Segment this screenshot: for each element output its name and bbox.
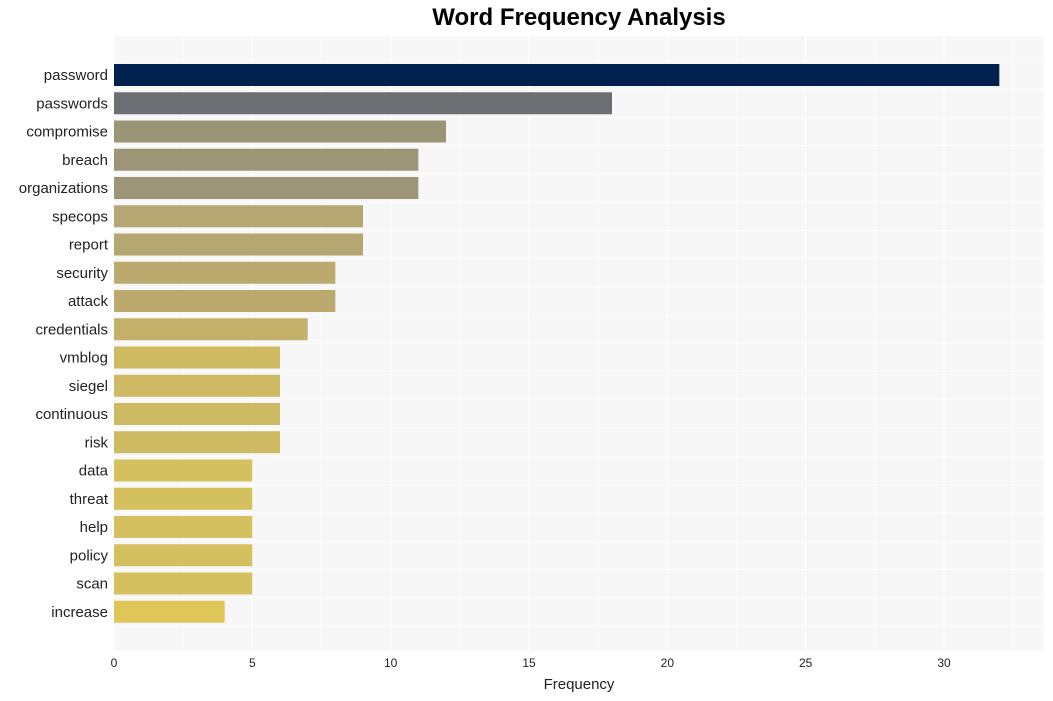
y-tick-label-report: report [69, 237, 109, 254]
y-tick-label-specops: specops [52, 208, 108, 225]
bar-organizations [114, 177, 419, 199]
bar-attack [114, 290, 336, 312]
bar-security [114, 261, 336, 284]
y-tick-label-vmblog: vmblog [60, 350, 108, 367]
y-tick-label-threat: threat [70, 491, 109, 508]
bar-policy [114, 544, 253, 567]
y-tick-label-help: help [80, 519, 108, 536]
bar-report [114, 233, 363, 256]
y-tick-label-breach: breach [62, 152, 108, 169]
bar-passwords [114, 92, 612, 115]
x-axis-label: Frequency [544, 676, 615, 693]
bar-scan [114, 572, 253, 595]
bar-breach [114, 148, 419, 171]
bar-increase [114, 600, 225, 623]
bar-data [114, 459, 253, 482]
y-tick-label-attack: attack [68, 293, 109, 310]
y-tick-label-risk: risk [85, 434, 109, 451]
x-tick-label: 25 [799, 656, 813, 670]
y-tick-label-increase: increase [51, 604, 108, 621]
bar-specops [114, 205, 363, 228]
y-tick-label-data: data [79, 463, 109, 480]
x-tick-label: 15 [522, 656, 536, 670]
x-tick-label: 10 [384, 656, 398, 670]
bar-credentials [114, 318, 308, 341]
y-tick-label-security: security [56, 265, 108, 282]
bar-threat [114, 487, 253, 510]
x-tick-label: 20 [661, 656, 675, 670]
x-tick-label: 5 [249, 656, 256, 670]
y-tick-label-passwords: passwords [36, 95, 108, 112]
x-axis-ticks: 0 5 10 15 20 25 30 [111, 656, 951, 670]
x-tick-label: 30 [937, 656, 951, 670]
bar-continuous [114, 403, 280, 425]
y-tick-label-continuous: continuous [35, 406, 108, 423]
bar-password [114, 64, 1000, 86]
y-tick-label-scan: scan [76, 576, 108, 593]
y-tick-label-compromise: compromise [26, 124, 108, 141]
x-tick-label: 0 [111, 656, 118, 670]
bar-siegel [114, 374, 280, 397]
y-tick-label-siegel: siegel [69, 378, 108, 395]
y-axis-labels: password passwords compromise breach organiz… [19, 67, 109, 621]
y-tick-label-password: password [44, 67, 108, 84]
y-tick-label-policy: policy [70, 547, 109, 564]
bar-help [114, 516, 253, 538]
bar-compromise [114, 120, 446, 143]
y-tick-label-credentials: credentials [35, 321, 108, 338]
bar-risk [114, 431, 280, 454]
bar-chart: password passwords compromise breach organiz… [19, 36, 1044, 693]
y-tick-label-organizations: organizations [19, 180, 108, 197]
bar-vmblog [114, 346, 280, 369]
